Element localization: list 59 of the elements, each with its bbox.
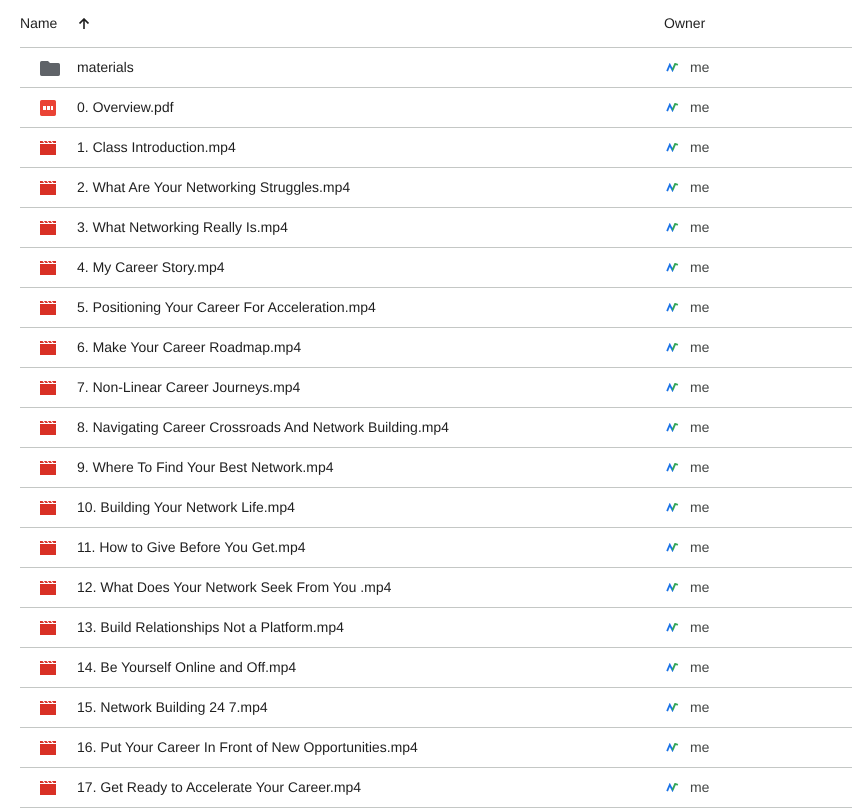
owner-name: me [690,178,710,197]
video-file-icon [40,300,56,314]
owner-name: me [690,538,710,557]
file-name[interactable]: 12. What Does Your Network Seek From You .mp4 [77,577,644,598]
video-file-icon [40,140,56,154]
owner-name: me [690,578,710,597]
file-name[interactable]: 7. Non-Linear Career Journeys.mp4 [77,377,644,398]
owner-name: me [690,418,710,437]
owner-name: me [690,218,710,237]
video-file-icon [40,420,56,434]
video-file-icon [40,660,56,674]
folder-icon [40,60,60,76]
owner-name: me [690,658,710,677]
video-file-icon [40,780,56,794]
video-file-icon [40,740,56,754]
video-file-icon [40,540,56,554]
owner-name: me [690,258,710,277]
file-name[interactable]: 6. Make Your Career Roadmap.mp4 [77,337,644,358]
file-name[interactable]: 2. What Are Your Networking Struggles.mp4 [77,177,644,198]
video-file-icon [40,500,56,514]
file-name[interactable]: 10. Building Your Network Life.mp4 [77,497,644,518]
video-file-icon [40,620,56,634]
video-file-icon [40,180,56,194]
pdf-file-icon [40,100,56,116]
file-name[interactable]: 14. Be Yourself Online and Off.mp4 [77,657,644,678]
file-name[interactable]: materials [77,57,644,78]
file-name[interactable]: 15. Network Building 24 7.mp4 [77,697,644,718]
video-file-icon [40,460,56,474]
owner-name: me [690,98,710,117]
file-name[interactable]: 16. Put Your Career In Front of New Opportunities.mp4 [77,737,644,758]
column-header[interactable]: Owner [664,13,706,34]
file-name[interactable]: 4. My Career Story.mp4 [77,257,644,278]
owner-name: me [690,58,710,77]
owner-name: me [690,338,710,357]
video-file-icon [40,580,56,594]
file-name[interactable]: 11. How to Give Before You Get.mp4 [77,537,644,558]
video-file-icon [40,340,56,354]
file-name[interactable]: 17. Get Ready to Accelerate Your Career.mp4 [77,777,644,798]
owner-name: me [690,378,710,397]
video-file-icon [40,220,56,234]
owner-name: me [690,138,710,157]
video-file-icon [40,700,56,714]
owner-name: me [690,738,710,757]
owner-name: me [690,618,710,637]
owner-name: me [690,458,710,477]
video-file-icon [40,260,56,274]
file-name[interactable]: 13. Build Relationships Not a Platform.mp4 [77,617,644,638]
owner-name: me [690,498,710,517]
file-name[interactable]: 3. What Networking Really Is.mp4 [77,217,644,238]
file-name[interactable]: 8. Navigating Career Crossroads And Network Building.mp4 [77,417,644,438]
owner-name: me [690,698,710,717]
owner-name: me [690,778,710,797]
video-file-icon [40,380,56,394]
column-header[interactable]: Name [20,13,58,34]
file-name[interactable]: 1. Class Introduction.mp4 [77,137,644,158]
file-name[interactable]: 0. Overview.pdf [77,97,644,118]
file-name[interactable]: 9. Where To Find Your Best Network.mp4 [77,457,644,478]
file-name[interactable]: 5. Positioning Your Career For Acceleration.mp4 [77,297,644,318]
owner-name: me [690,298,710,317]
